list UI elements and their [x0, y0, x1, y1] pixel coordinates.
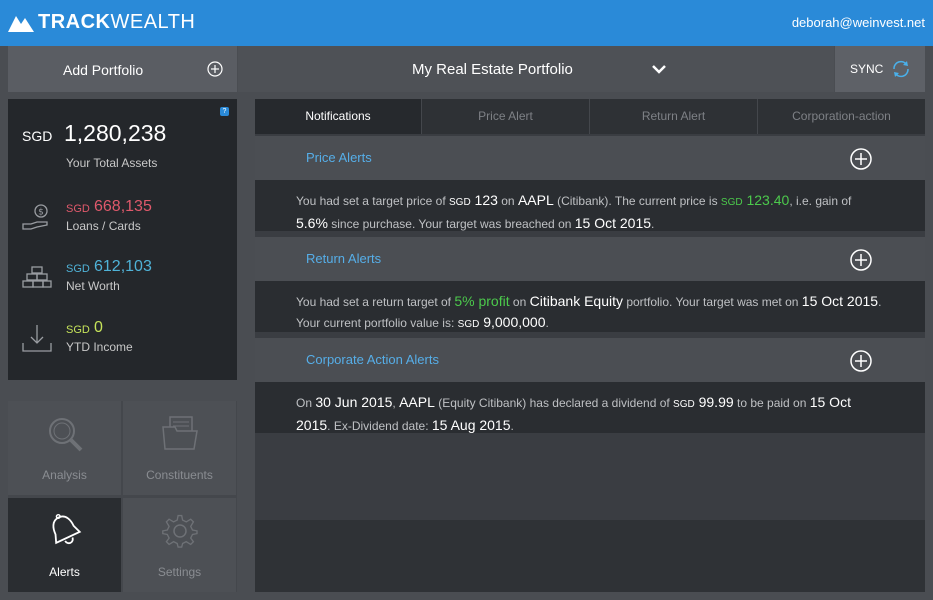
- price-alerts-title: Price Alerts: [306, 150, 372, 165]
- ytd-income-label: YTD Income: [66, 340, 133, 354]
- net-worth-value: 612,103: [94, 258, 152, 275]
- corporate-action-alerts-header: Corporate Action Alerts: [255, 338, 925, 382]
- sync-label: SYNC: [850, 62, 884, 76]
- assets-summary-panel: ? SGD 1,280,238 Your Total Assets $ SGD …: [8, 99, 237, 380]
- loans-value: 668,135: [94, 198, 152, 215]
- tab-notifications[interactable]: Notifications: [255, 99, 422, 134]
- add-price-alert-icon[interactable]: [850, 148, 872, 170]
- nav-alerts[interactable]: Alerts: [8, 498, 121, 592]
- loans-label: Loans / Cards: [66, 219, 141, 233]
- logo-text-bold: TRACK: [38, 10, 111, 33]
- add-portfolio-label: Add Portfolio: [63, 62, 144, 78]
- stat-net-worth: SGD 612,103 Net Worth: [8, 258, 237, 308]
- price-alert-message: You had set a target price of SGD 123 on…: [255, 180, 925, 231]
- top-bar: TRACKWEALTH deborah@weinvest.net: [0, 0, 933, 46]
- price-alerts-header: Price Alerts: [255, 136, 925, 180]
- bell-icon: [52, 513, 82, 545]
- alert-tabs: Notifications Price Alert Return Alert C…: [255, 99, 925, 134]
- logo-text-light: WEALTH: [110, 10, 196, 33]
- return-alerts-header: Return Alerts: [255, 237, 925, 281]
- ytd-income-currency: SGD: [66, 324, 90, 336]
- notifications-panel: Notifications Price Alert Return Alert C…: [255, 99, 925, 592]
- nav-alerts-label: Alerts: [49, 565, 80, 579]
- help-icon[interactable]: ?: [220, 107, 229, 116]
- total-assets-currency: SGD: [22, 128, 53, 144]
- tab-return-alert[interactable]: Return Alert: [590, 99, 758, 134]
- corporate-action-alerts-title: Corporate Action Alerts: [306, 352, 439, 367]
- nav-grid: Analysis Constituents Alerts Settings: [8, 401, 237, 592]
- gold-bars-icon: [22, 266, 52, 288]
- plus-circle-icon: [207, 61, 223, 77]
- nav-analysis[interactable]: Analysis: [8, 401, 121, 495]
- return-alerts-title: Return Alerts: [306, 251, 382, 266]
- money-hand-icon: $: [22, 204, 48, 230]
- nav-settings[interactable]: Settings: [123, 498, 236, 592]
- return-alert-message: You had set a return target of 5% profit…: [255, 281, 925, 332]
- loans-currency: SGD: [66, 203, 90, 215]
- total-assets-label: Your Total Assets: [66, 156, 158, 170]
- nav-constituents[interactable]: Constituents: [123, 401, 236, 495]
- app-logo[interactable]: TRACKWEALTH: [8, 10, 195, 34]
- ytd-income-value: 0: [94, 319, 103, 336]
- stat-ytd-income: SGD 0 YTD Income: [8, 319, 237, 369]
- gear-icon: [162, 514, 198, 548]
- corporate-action-alert-message: On 30 Jun 2015, AAPL (Equity Citibank) h…: [255, 382, 925, 433]
- magnifier-icon: [49, 418, 83, 452]
- panel-footer-area: [255, 520, 925, 592]
- sync-icon: [893, 60, 909, 78]
- sync-button[interactable]: SYNC: [835, 46, 925, 92]
- add-return-alert-icon[interactable]: [850, 249, 872, 271]
- nav-analysis-label: Analysis: [42, 468, 87, 482]
- portfolio-selector[interactable]: My Real Estate Portfolio: [238, 46, 834, 92]
- stat-loans-cards: $ SGD 668,135 Loans / Cards: [8, 198, 237, 248]
- download-tray-icon: [22, 325, 52, 352]
- nav-settings-label: Settings: [157, 565, 202, 579]
- user-email[interactable]: deborah@weinvest.net: [792, 15, 925, 30]
- chevron-down-icon: [652, 65, 666, 74]
- add-corporate-alert-icon[interactable]: [850, 350, 872, 372]
- tab-corporation-action[interactable]: Corporation-action: [758, 99, 925, 134]
- svg-text:$: $: [38, 208, 44, 218]
- tab-price-alert[interactable]: Price Alert: [422, 99, 590, 134]
- net-worth-label: Net Worth: [66, 279, 120, 293]
- total-assets-value: 1,280,238: [64, 120, 167, 146]
- mountain-logo-icon: [8, 16, 34, 32]
- add-portfolio-button[interactable]: Add Portfolio: [8, 46, 237, 92]
- net-worth-currency: SGD: [66, 263, 90, 275]
- folder-documents-icon: [162, 416, 198, 450]
- portfolio-name: My Real Estate Portfolio: [412, 61, 573, 78]
- nav-constituents-label: Constituents: [146, 468, 213, 482]
